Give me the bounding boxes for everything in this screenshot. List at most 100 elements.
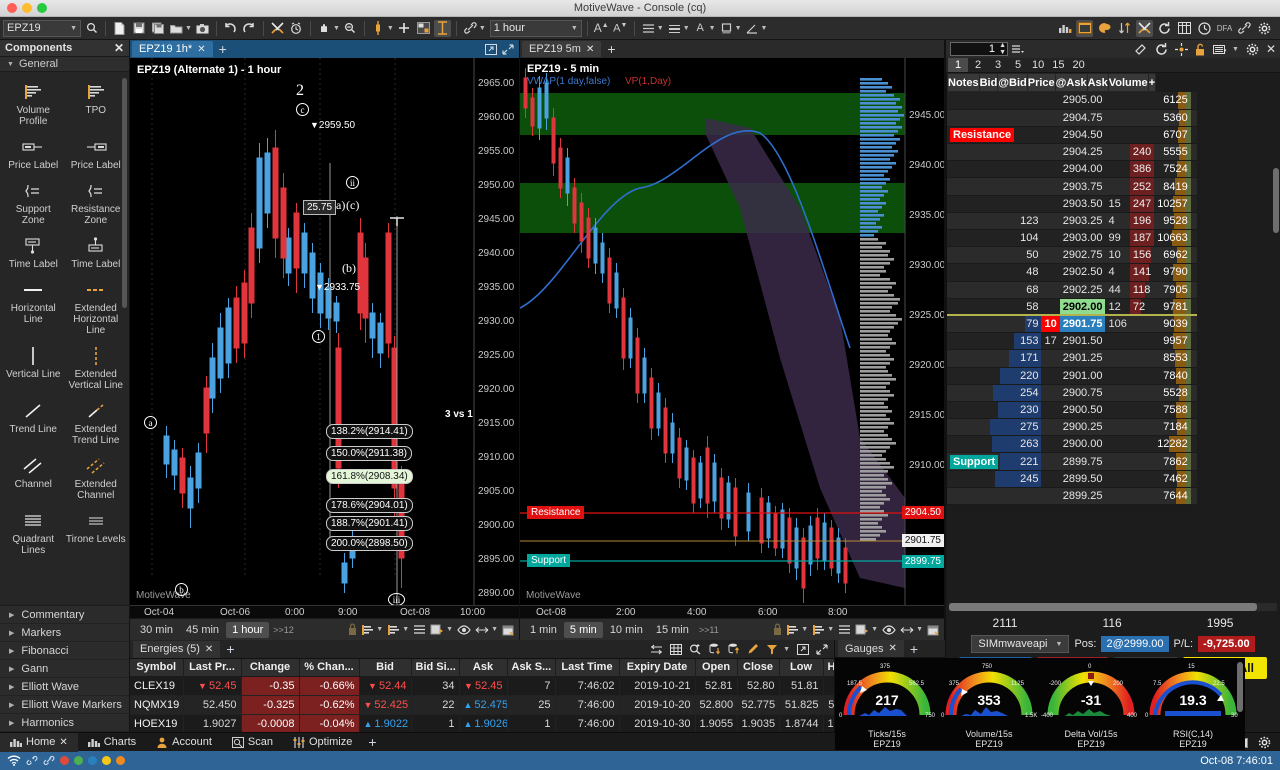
dom-cell-at-ask[interactable]: 106 [1105, 314, 1130, 334]
dom-cell-at-bid[interactable] [1041, 143, 1060, 162]
status-dot-orange[interactable] [116, 756, 125, 765]
study-icon[interactable] [855, 624, 869, 636]
col-volume[interactable]: Volume [1107, 73, 1149, 92]
fib-level-label[interactable]: 138.2%(2914.41) [326, 424, 413, 439]
watchlist-table-wrap[interactable]: Symbol Last Pr... Change % Chan... Bid B… [130, 659, 834, 732]
dom-cell-at-bid[interactable] [1041, 298, 1060, 316]
chevron-down-icon[interactable]: ▼ [376, 626, 383, 633]
table-row[interactable]: HOEX19 1.9027 -0.0008 -0.04% ▲ 1.9022 1 ▲… [130, 714, 834, 732]
dom-cell-at-ask[interactable] [1105, 487, 1130, 506]
component-item[interactable]: Price Label [65, 131, 128, 175]
sort-icon[interactable] [1116, 20, 1133, 37]
footer-tab-account[interactable]: Account [146, 733, 222, 752]
add-gauge-tab-button[interactable]: + [904, 641, 924, 657]
timeframe-15min[interactable]: 15 min [650, 622, 695, 638]
dom-row[interactable]: 2899.25 7644 [947, 487, 1197, 506]
dom-cell-ask[interactable] [1129, 332, 1155, 351]
dom-cell-volume[interactable]: 6707 [1154, 126, 1191, 145]
dom-cell-at-bid[interactable] [1041, 470, 1060, 488]
tab-energies[interactable]: Energies (5) ✕ [133, 640, 221, 658]
dom-cell-price[interactable]: 2904.75 [1059, 109, 1106, 127]
more-timeframes[interactable]: >>12 [273, 625, 294, 635]
popout-icon[interactable] [485, 43, 497, 55]
dom-cell-volume[interactable]: 9957 [1154, 332, 1191, 351]
component-item[interactable]: Extended Trend Line [65, 395, 128, 450]
dom-cell-ask[interactable] [1129, 92, 1155, 110]
component-item[interactable]: Time Label [65, 230, 128, 274]
dom-cell-bid[interactable]: 58 [1017, 298, 1042, 316]
eraser-icon[interactable] [1135, 43, 1148, 55]
dom-cell-price[interactable]: 2900.75 [1059, 384, 1106, 402]
text-color-icon[interactable]: A [692, 20, 709, 37]
dom-cell-at-ask[interactable] [1105, 418, 1130, 437]
chevron-down-icon[interactable]: ▼ [827, 626, 834, 633]
font-increase-icon[interactable]: A▲ [593, 20, 610, 37]
dom-cell-volume[interactable]: 7588 [1154, 401, 1191, 420]
more-timeframes[interactable]: >>11 [699, 625, 719, 635]
filter-icon[interactable] [766, 644, 778, 655]
dom-cell-ask[interactable] [1129, 452, 1155, 471]
dom-cell-price[interactable]: 2900.00 [1059, 435, 1106, 454]
dom-row[interactable]: 2903.50 15 247 10257 [947, 195, 1197, 213]
dom-cell-at-ask[interactable] [1105, 126, 1130, 145]
dom-cell-volume[interactable]: 7840 [1154, 367, 1191, 385]
grid-icon[interactable] [415, 20, 432, 37]
dom-cell-at-ask[interactable] [1105, 452, 1130, 471]
link-icon[interactable] [1236, 20, 1253, 37]
open-folder-icon[interactable] [168, 20, 185, 37]
dom-cell-price[interactable]: 2899.50 [1059, 470, 1106, 488]
component-item[interactable]: Volume Profile [2, 76, 65, 131]
dom-cell-volume[interactable]: 5360 [1154, 109, 1191, 127]
dom-cell-bid[interactable]: 68 [1017, 281, 1042, 299]
plus-icon[interactable] [396, 20, 413, 37]
close-icon[interactable]: ✕ [1266, 42, 1276, 56]
dom-cell-ask[interactable] [1129, 487, 1155, 506]
component-item[interactable]: Resistance Zone [65, 175, 128, 230]
study-icon[interactable] [430, 624, 444, 636]
dom-cell-volume[interactable]: 7862 [1154, 452, 1191, 471]
dom-cell-price[interactable]: 2903.75 [1059, 177, 1106, 196]
link-icon[interactable] [43, 755, 55, 766]
dom-cell-price[interactable]: 2904.25 [1059, 143, 1106, 162]
section-commentary[interactable]: ▶ Commentary [0, 606, 129, 624]
dom-row[interactable]: 275 2900.25 7184 [947, 418, 1197, 437]
dom-cell-volume[interactable]: 6125 [1154, 92, 1191, 110]
section-gann[interactable]: ▶ Gann [0, 660, 129, 678]
gauges-scrollbar[interactable] [1237, 662, 1243, 712]
component-item[interactable]: Support Zone [2, 175, 65, 230]
export-icon[interactable] [728, 643, 740, 655]
add-tab-button[interactable]: + [601, 41, 621, 57]
qty-preset-20[interactable]: 20 [1069, 58, 1089, 72]
refresh-icon[interactable] [1155, 42, 1168, 56]
chevron-down-icon[interactable]: ▼ [657, 25, 664, 32]
chevron-down-icon[interactable]: ▼ [709, 25, 716, 32]
col-pct-change[interactable]: % Chan... [299, 659, 360, 677]
dom-row[interactable]: 2903.75 252 8419 [947, 177, 1197, 196]
dom-cell-notes[interactable] [947, 195, 1018, 213]
status-dot-blue[interactable] [88, 756, 97, 765]
dom-cell-bid[interactable]: 104 [1017, 229, 1042, 248]
dom-cell-notes[interactable]: Resistance [947, 126, 1018, 145]
timeframe-1hour[interactable]: 1 hour [226, 621, 270, 638]
zoom-out-icon[interactable] [342, 20, 359, 37]
dom-cell-ask[interactable] [1129, 384, 1155, 402]
qty-preset-1[interactable]: 1 [948, 58, 968, 72]
dom-cell-price[interactable]: 2899.75 [1059, 452, 1106, 471]
font-decrease-icon[interactable]: A▼ [612, 20, 629, 37]
add-tab-button[interactable]: + [213, 41, 233, 57]
fit-width-icon[interactable] [475, 625, 489, 635]
fib-level-label[interactable]: 161.8%(2908.34) [326, 469, 413, 484]
dom-cell-at-bid[interactable] [1041, 367, 1060, 385]
component-item[interactable]: Horizontal Line [2, 274, 65, 340]
dom-cell-ask[interactable]: 141 [1129, 263, 1155, 282]
calendar-icon[interactable] [502, 624, 515, 636]
qty-preset-2[interactable]: 2 [968, 58, 988, 72]
dom-cell-at-bid[interactable] [1041, 109, 1060, 127]
col-bid-size[interactable]: Bid Si... [411, 659, 460, 677]
dom-cell-ask[interactable]: 252 [1129, 177, 1162, 196]
menu-icon[interactable] [1011, 44, 1024, 54]
dom-cell-volume[interactable]: 10257 [1154, 195, 1191, 213]
chevron-down-icon[interactable]: ▼ [871, 626, 878, 633]
chart-bars-icon[interactable] [1056, 20, 1073, 37]
lock-icon[interactable] [348, 623, 357, 636]
